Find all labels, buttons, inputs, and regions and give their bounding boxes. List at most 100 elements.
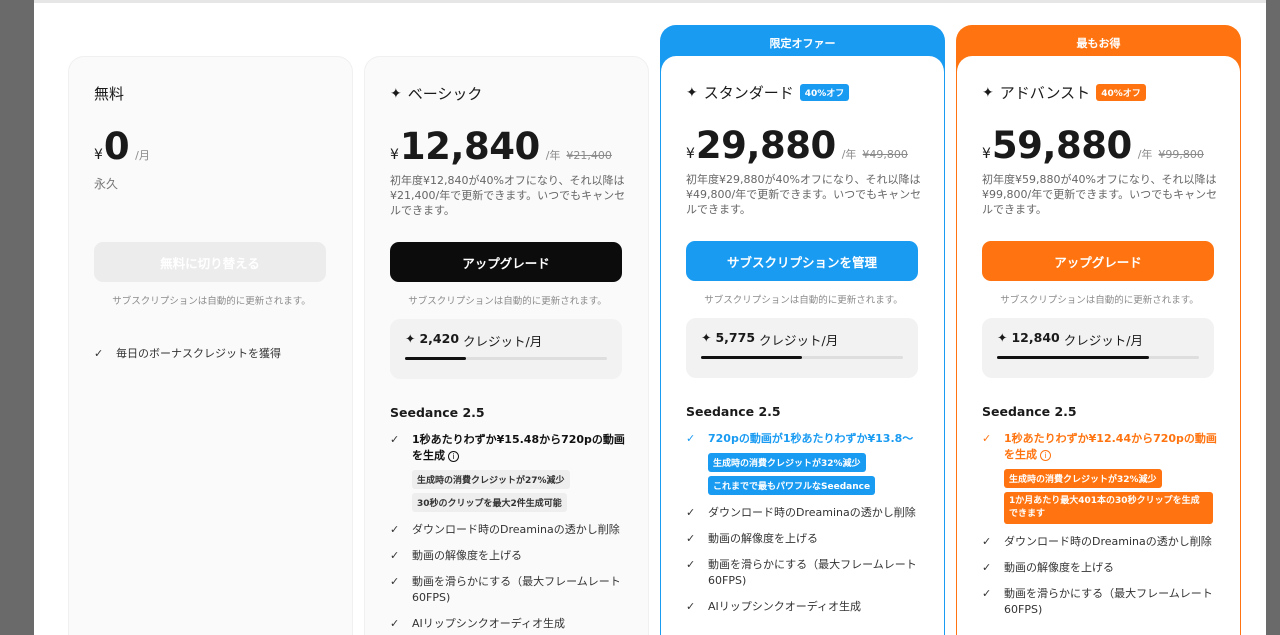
feature-text: 動画を滑らかにする（最大フレームレート60FPS) [1004,587,1213,616]
feature-item: ✓ 動画を滑らかにする（最大フレームレート60FPS) [390,574,625,606]
feature-section-title: Seedance 2.5 [686,404,781,419]
sparkle-icon: ✦ [997,330,1008,345]
feature-text: ダウンロード時のDreaminaの透かし削除 [1004,535,1212,548]
price: ¥ 0 /月 [94,125,150,168]
credits-bar-fill [997,356,1149,359]
plan-name: ✦ アドバンスト 40%オフ [982,82,1146,103]
price-amount: 0 [103,125,130,168]
check-icon: ✓ [982,587,992,600]
credits-amount: 12,840 [1011,330,1060,345]
sparkle-icon: ✦ [390,85,402,102]
feature-item: ✓ AIリップシンクオーディオ生成 [390,616,625,632]
original-price: ¥49,800 [862,148,908,161]
discount-badge: 40%オフ [799,84,850,101]
feature-text: 動画を滑らかにする（最大フレームレート60FPS) [708,558,917,587]
check-icon: ✓ [686,506,696,519]
credits-bar-fill [405,357,466,360]
feature-tags: 生成時の消費クレジットが32%減少 1か月あたり最大401本の30秒クリップを生… [1004,469,1217,524]
plan-name: ✦ ベーシック [390,83,482,104]
plan-card-free: 無料 ¥ 0 /月 永久 無料に切り替える サブスクリプションは自動的に更新され… [68,56,353,635]
feature-tag: 生成時の消費クレジットが32%減少 [708,453,866,472]
plan-card-basic: ✦ ベーシック ¥ 12,840 /年 ¥21,400 初年度¥12,840が40… [364,56,649,635]
feature-tag: これまでで最もパワフルなSeedance [708,476,876,495]
check-icon: ✓ [982,561,992,574]
feature-text: 動画の解像度を上げる [708,532,818,545]
currency-symbol: ¥ [390,147,399,163]
price: ¥ 12,840 /年 ¥21,400 [390,125,612,168]
feature-section-title: Seedance 2.5 [982,404,1077,419]
price: ¥ 59,880 /年 ¥99,800 [982,124,1204,167]
feature-list: Seedance 2.5 ✓ 1秒あたりわずか¥12.44から720pの動画を生成… [982,404,1217,628]
price-period: /月 [135,149,150,162]
sparkles-icon: ✦ [982,84,994,101]
feature-item: ✓ 動画を滑らかにする（最大フレームレート60FPS) [982,586,1217,618]
credits-label: クレジット/月 [1063,333,1143,348]
feature-tags: 生成時の消費クレジットが32%減少 これまでで最もパワフルなSeedance [708,453,921,495]
price-period: /年 [841,148,857,161]
check-icon: ✓ [982,432,992,445]
info-icon[interactable]: i [1040,450,1051,461]
auto-renew-note: サブスクリプションは自動的に更新されます。 [112,296,311,307]
feature-item: ✓ 毎日のボーナスクレジットを獲得 [94,346,329,362]
feature-text: 1秒あたりわずか¥15.48から720pの動画を生成 [412,433,625,462]
price-description: 初年度¥29,880が40%オフになり、それ以降は¥49,800/年で更新できま… [686,173,922,216]
switch-to-free-button[interactable]: 無料に切り替える [94,242,326,282]
check-icon: ✓ [686,600,696,613]
check-icon: ✓ [686,532,696,545]
check-icon: ✓ [390,433,400,446]
feature-tag: 30秒のクリップを最大2件生成可能 [412,493,567,512]
sparkle-icon: ✦ [701,330,712,345]
price-amount: 59,880 [991,124,1132,167]
feature-text: AIリップシンクオーディオ生成 [412,617,565,630]
sparkle-icon: ✦ [405,331,416,346]
credits-box: ✦ 5,775 クレジット/月 [686,318,918,378]
credits-bar-fill [701,356,802,359]
sparkle-icon: ✦ [686,84,698,101]
check-icon: ✓ [686,432,696,445]
credits-label: クレジット/月 [463,334,543,349]
check-icon: ✓ [390,549,400,562]
credits-amount: 2,420 [419,331,460,346]
modal-backdrop-right [1266,0,1280,635]
price-description: 初年度¥59,880が40%オフになり、それ以降は¥99,800/年で更新できま… [982,173,1218,216]
feature-text: 動画の解像度を上げる [1004,561,1114,574]
feature-text: 動画を滑らかにする（最大フレームレート60FPS) [412,575,621,604]
feature-item: ✓ ダウンロード時のDreaminaの透かし削除 [686,505,921,521]
upgrade-basic-button[interactable]: アップグレード [390,242,622,282]
feature-highlight: ✓ 720pの動画が1秒あたりわずか¥13.8〜 [686,431,921,447]
upgrade-advanced-button[interactable]: アップグレード [982,241,1214,281]
feature-item: ✓ 動画の解像度を上げる [390,548,625,564]
manage-subscription-button[interactable]: サブスクリプションを管理 [686,241,918,281]
info-icon[interactable]: i [448,451,459,462]
feature-text: 720pの動画が1秒あたりわずか¥13.8〜 [708,432,914,445]
feature-item: ✓ 動画の解像度を上げる [982,560,1217,576]
feature-text: AIリップシンクオーディオ生成 [708,600,861,613]
feature-text: ダウンロード時のDreaminaの透かし削除 [708,506,916,519]
feature-item: ✓ ダウンロード時のDreaminaの透かし削除 [982,534,1217,550]
credits-box: ✦ 2,420 クレジット/月 [390,319,622,379]
feature-tag: 1か月あたり最大401本の30秒クリップを生成できます [1004,492,1213,524]
auto-renew-note: サブスクリプションは自動的に更新されます。 [704,295,903,306]
price-amount: 12,840 [399,125,540,168]
feature-section-title: Seedance 2.5 [390,405,485,420]
plan-name-label: アドバンスト [999,84,1091,102]
feature-list: ✓ 毎日のボーナスクレジットを獲得 [94,346,329,372]
plan-card-standard: ✦ スタンダード 40%オフ ¥ 29,880 /年 ¥49,800 初年度¥29,… [660,56,945,635]
feature-list: Seedance 2.5 ✓ 720pの動画が1秒あたりわずか¥13.8〜 生成時… [686,404,921,625]
credits-amount: 5,775 [715,330,756,345]
feature-item: ✓ 動画を滑らかにする（最大フレームレート60FPS) [686,557,921,589]
price: ¥ 29,880 /年 ¥49,800 [686,124,908,167]
credits-label: クレジット/月 [759,333,839,348]
plan-duration: 永久 [94,177,119,191]
feature-item: ✓ 動画の解像度を上げる [686,531,921,547]
check-icon: ✓ [94,347,104,360]
currency-symbol: ¥ [94,147,103,163]
feature-list: Seedance 2.5 ✓ 1秒あたりわずか¥15.48から720pの動画を生成… [390,405,625,635]
price-amount: 29,880 [695,124,836,167]
check-icon: ✓ [390,617,400,630]
price-description: 初年度¥12,840が40%オフになり、それ以降は¥21,400/年で更新できま… [390,174,626,217]
feature-highlight: ✓ 1秒あたりわずか¥12.44から720pの動画を生成 i [982,431,1217,463]
credits-box: ✦ 12,840 クレジット/月 [982,318,1214,378]
feature-highlight: ✓ 1秒あたりわずか¥15.48から720pの動画を生成 i [390,432,625,464]
plan-card-advanced: ✦ アドバンスト 40%オフ ¥ 59,880 /年 ¥99,800 初年度¥59,… [956,56,1241,635]
